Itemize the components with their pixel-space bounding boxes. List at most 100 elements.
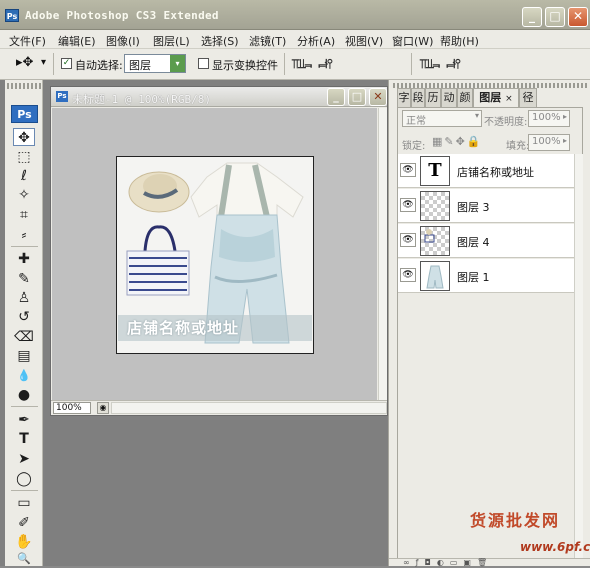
tab-color[interactable]: 颜 [457,88,473,107]
tab-layers[interactable]: 图层 × [473,88,519,107]
marquee-tool-icon[interactable]: ⬚ [13,148,35,166]
hand-tool-icon[interactable]: ✋ [13,533,35,551]
move-tool-icon[interactable]: ✥ [13,128,35,146]
doc-maximize-button[interactable]: □ [348,88,366,106]
canvas-image[interactable]: 店铺名称或地址 [116,156,314,354]
chevron-right-icon: ▸ [562,136,567,145]
notes-tool-icon[interactable]: ▭ [13,494,35,512]
tab-close-icon[interactable]: × [505,94,513,104]
auto-select-target-select[interactable]: 图层 ▾ [124,54,186,73]
magic-wand-tool-icon[interactable]: ✧ [13,186,35,204]
maximize-button[interactable]: □ [545,7,565,27]
dodge-tool-icon[interactable]: ● [13,386,35,404]
eyedropper-tool-icon[interactable]: ⸗ [13,226,35,244]
document-horizontal-scrollbar[interactable] [111,402,387,414]
layer-row-4[interactable]: 👁 图层 4 [398,224,574,258]
close-button[interactable]: ✕ [568,7,588,27]
tool-preset-chevron-down-icon[interactable]: ▾ [41,57,46,68]
workspace-background [45,420,388,566]
window-title: Adobe Photoshop CS3 Extended [25,9,219,22]
path-select-tool-icon[interactable]: ➤ [13,450,35,468]
type-tool-icon[interactable]: T [13,430,35,448]
layer-name: 图层 4 [457,236,490,249]
opacity-label: 不透明度: [484,117,528,128]
menu-layer[interactable]: 图层(L) [153,33,190,49]
menu-image[interactable]: 图像(I) [106,33,140,49]
panel-dock: 字 段 历 动 颜 图层 × 径 正常 ▾ 不透明度: 100% ▸ 锁定: ▦… [388,80,590,567]
layer-row-text[interactable]: 👁 T 店铺名称或地址 [398,154,574,188]
chevron-right-icon: ▸ [562,112,567,121]
zoom-level-field[interactable]: 100% [53,402,91,414]
blend-mode-select[interactable]: 正常 ▾ [402,110,482,127]
crop-tool-icon[interactable]: ⌗ [13,206,35,224]
zoom-tool-icon[interactable]: 🔍 [13,550,35,568]
options-bar: ▸✥ ▾ ✓ 自动选择: 图层 ▾ 显示变换控件 ⫪⫫⫬ ⫭⫮⫯ ⫪⫫⫬ ⫭⫮⫯ [0,49,590,80]
clone-stamp-tool-icon[interactable]: ♙ [13,289,35,307]
tab-character[interactable]: 字 [397,88,411,107]
show-transform-checkbox[interactable] [198,58,209,69]
divider [11,246,38,247]
lasso-tool-icon[interactable]: ℓ [13,167,35,185]
eye-icon[interactable]: 👁 [400,198,416,212]
menu-view[interactable]: 视图(V) [345,33,383,49]
menu-analysis[interactable]: 分析(A) [297,33,335,49]
eye-icon[interactable]: 👁 [400,233,416,247]
menu-filter[interactable]: 滤镜(T) [249,33,286,49]
shop-name-text: 店铺名称或地址 [127,319,240,337]
title-bar: Ps Adobe Photoshop CS3 Extended _ □ ✕ [0,0,590,30]
layer-thumbnail [420,191,450,221]
distribute-buttons-group[interactable]: ⫪⫫⫬ ⫭⫮⫯ [420,57,461,72]
photoshop-app-icon: Ps [5,9,19,22]
tab-actions[interactable]: 动 [441,88,457,107]
photoshop-logo: Ps [11,105,38,123]
blur-tool-icon[interactable]: 💧 [13,367,35,385]
document-title-bar[interactable]: Ps 未标题-1 @ 100%(RGB/8) _ □ ✕ [51,87,387,107]
layer-thumbnail [420,261,450,291]
eraser-tool-icon[interactable]: ⌫ [13,328,35,346]
tab-history[interactable]: 历 [425,88,441,107]
canvas-area[interactable]: 店铺名称或地址 [52,108,377,400]
chevron-down-icon: ▾ [170,55,185,72]
menu-edit[interactable]: 编辑(E) [58,33,96,49]
pen-tool-icon[interactable]: ✒ [13,411,35,429]
menu-help[interactable]: 帮助(H) [440,33,479,49]
healing-tool-icon[interactable]: ✚ [13,250,35,268]
eye-icon[interactable]: 👁 [400,268,416,282]
minimize-button[interactable]: _ [522,7,542,27]
fill-label: 填充: [506,141,530,152]
shape-tool-icon[interactable]: ◯ [13,470,35,488]
align-buttons-group[interactable]: ⫪⫫⫬ ⫭⫮⫯ [292,57,333,72]
fill-field[interactable]: 100% ▸ [528,134,570,151]
move-tool-icon[interactable]: ▸✥ [16,55,33,70]
eye-icon[interactable]: 👁 [400,163,416,177]
lock-buttons-group[interactable]: ▦✎✥🔒 [432,135,483,148]
menu-window[interactable]: 窗口(W) [392,33,433,49]
eyedropper-2-tool-icon[interactable]: ✐ [13,514,35,532]
doc-minimize-button[interactable]: _ [327,88,345,106]
fill-value: 100% [532,136,561,147]
tab-paths[interactable]: 径 [519,88,537,107]
divider [11,406,38,407]
gradient-tool-icon[interactable]: ▤ [13,347,35,365]
photoshop-app: Ps Adobe Photoshop CS3 Extended _ □ ✕ 文件… [0,0,590,568]
layers-panel-footer: ∞ƒ◘◐▭▣🗑 [389,558,590,567]
opacity-field[interactable]: 100% ▸ [528,110,570,127]
chevron-down-icon: ▾ [474,111,479,120]
tab-layers-label: 图层 [479,91,502,104]
layers-scrollbar[interactable] [574,154,583,566]
status-menu-icon[interactable]: ◉ [97,402,109,414]
panel-grip[interactable] [7,83,41,89]
brush-tool-icon[interactable]: ✎ [13,270,35,288]
site-watermark: 货源批发网 [470,511,561,530]
doc-close-button[interactable]: ✕ [369,88,387,106]
document-vertical-scrollbar[interactable] [378,108,387,400]
bag-handle [143,225,177,252]
menu-select[interactable]: 选择(S) [201,33,239,49]
auto-select-checkbox[interactable]: ✓ [61,58,72,69]
history-brush-tool-icon[interactable]: ↺ [13,308,35,326]
opacity-value: 100% [532,112,561,123]
menu-file[interactable]: 文件(F) [9,33,46,49]
layer-row-1[interactable]: 👁 图层 1 [398,259,574,293]
tab-paragraph[interactable]: 段 [411,88,425,107]
layer-row-3[interactable]: 👁 图层 3 [398,189,574,223]
